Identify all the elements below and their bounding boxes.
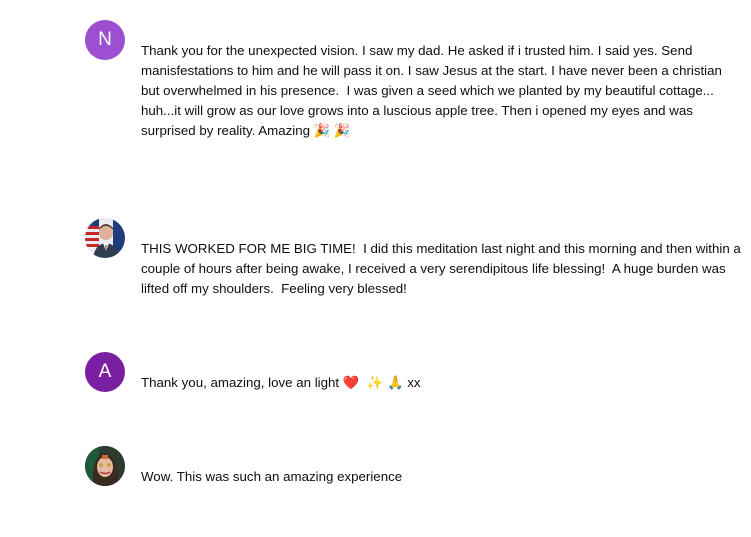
avatar-letter: N	[98, 29, 112, 50]
profile-photo-icon	[85, 446, 125, 486]
avatar[interactable]: N	[85, 20, 125, 60]
avatar[interactable]	[85, 218, 125, 258]
avatar[interactable]	[85, 446, 125, 486]
comment-text: Wow. This was such an amazing experience	[141, 469, 403, 484]
profile-photo-icon	[85, 218, 125, 258]
comment-text: THIS WORKED FOR ME BIG TIME! I did this …	[141, 241, 745, 296]
avatar-letter: A	[98, 361, 112, 382]
comment-text: Thank you, amazing, love an light ❤️ ✨ 🙏…	[141, 375, 421, 390]
comment-text: Thank you for the unexpected vision. I s…	[141, 43, 726, 138]
avatar[interactable]: A	[85, 352, 125, 392]
